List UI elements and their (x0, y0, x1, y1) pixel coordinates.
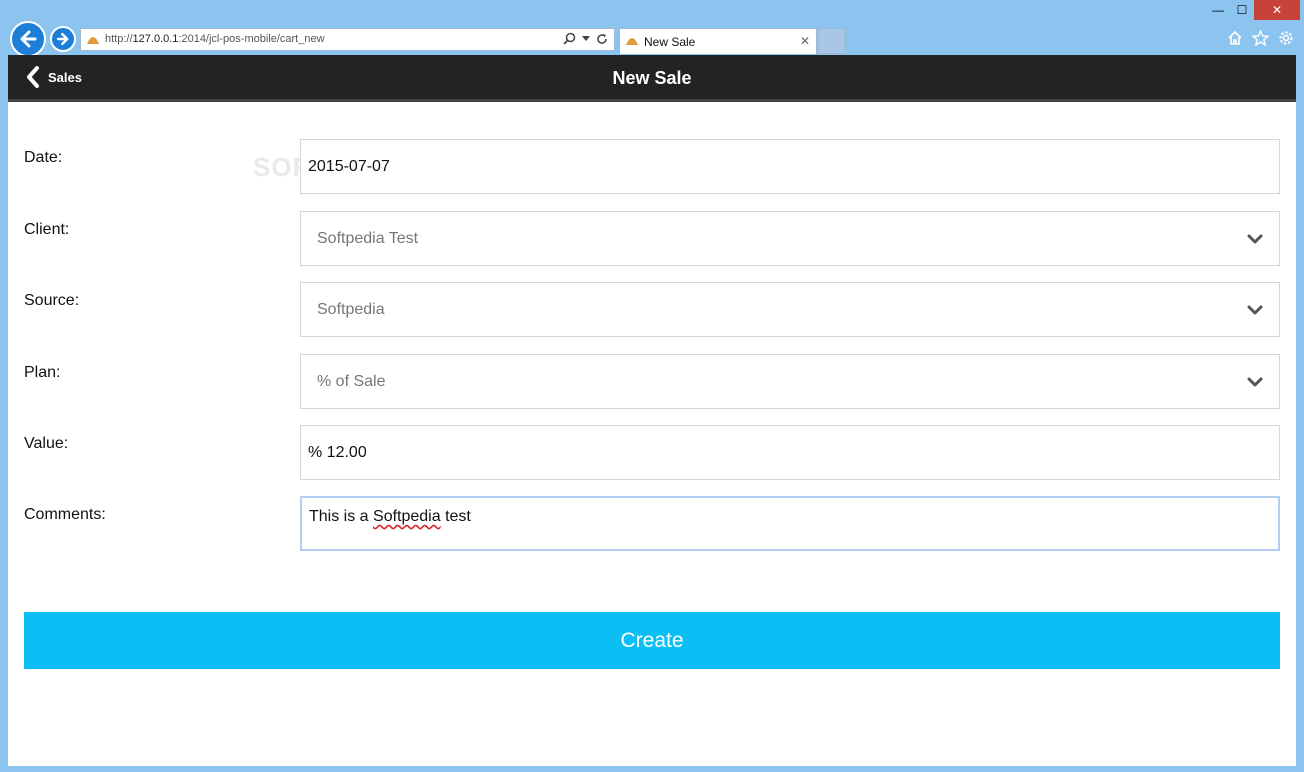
tab-new-sale[interactable]: New Sale ✕ (619, 28, 817, 54)
chevron-down-icon (1247, 305, 1263, 315)
address-bar[interactable]: http://127.0.0.1:2014/jcl-pos-mobile/car… (80, 28, 615, 51)
browser-toolbar-icons (1227, 30, 1294, 46)
forward-button[interactable] (50, 26, 76, 52)
comments-row: Comments: This is a Softpedia test (8, 496, 1296, 552)
site-favicon-icon (626, 38, 638, 45)
source-select[interactable]: Softpedia (300, 282, 1280, 337)
chevron-down-icon (1247, 234, 1263, 244)
star-icon[interactable] (1252, 30, 1269, 46)
minimize-button[interactable]: — (1204, 0, 1232, 20)
plan-label: Plan: (24, 364, 61, 381)
chevron-down-icon (1247, 377, 1263, 387)
chevron-down-icon[interactable] (582, 35, 590, 42)
search-icon[interactable] (563, 32, 576, 45)
plan-select[interactable]: % of Sale (300, 354, 1280, 409)
address-url: http://127.0.0.1:2014/jcl-pos-mobile/car… (105, 33, 325, 45)
maximize-button[interactable]: ☐ (1230, 0, 1254, 20)
refresh-icon[interactable] (596, 33, 608, 45)
plan-row: Plan: % of Sale (8, 354, 1296, 410)
value-field[interactable]: % 12.00 (300, 425, 1280, 480)
page-title: New Sale (612, 68, 692, 88)
site-favicon-icon (87, 37, 99, 44)
date-field[interactable]: 2015-07-07 (300, 139, 1280, 194)
client-value: Softpedia Test (317, 230, 419, 247)
source-label: Source: (24, 292, 80, 309)
create-button[interactable]: Create (24, 612, 1280, 669)
value-row: Value: % 12.00 (8, 425, 1296, 481)
comments-textarea[interactable]: This is a Softpedia test (300, 496, 1280, 551)
comments-value: This is a Softpedia test (309, 508, 471, 525)
home-icon[interactable] (1227, 30, 1243, 46)
browser-window: http://127.0.0.1:2014/jcl-pos-mobile/car… (0, 0, 1304, 772)
value-label: Value: (24, 435, 69, 452)
source-row: Source: Softpedia (8, 282, 1296, 338)
date-label: Date: (24, 149, 63, 166)
gear-icon[interactable] (1278, 30, 1294, 46)
tab-close-button[interactable]: ✕ (800, 34, 810, 48)
client-label: Client: (24, 221, 70, 238)
client-select[interactable]: Softpedia Test (300, 211, 1280, 266)
page-content: Sales New Sale SOFTPEDIA Date: 2015-07-0… (8, 55, 1296, 766)
source-value: Softpedia (317, 301, 385, 318)
close-window-button[interactable]: ✕ (1254, 0, 1300, 20)
value-value: % 12.00 (308, 444, 367, 461)
arrow-left-icon (20, 30, 37, 48)
comments-label: Comments: (24, 506, 106, 523)
new-tab-button[interactable] (818, 28, 845, 54)
back-button[interactable] (10, 21, 46, 57)
date-value: 2015-07-07 (308, 158, 390, 175)
address-tools (563, 32, 608, 45)
date-row: Date: 2015-07-07 (8, 139, 1296, 195)
plan-value: % of Sale (317, 373, 386, 390)
arrow-right-icon (56, 32, 69, 46)
tab-title: New Sale (644, 35, 696, 49)
app-header: Sales New Sale (8, 55, 1296, 102)
client-row: Client: Softpedia Test (8, 211, 1296, 267)
